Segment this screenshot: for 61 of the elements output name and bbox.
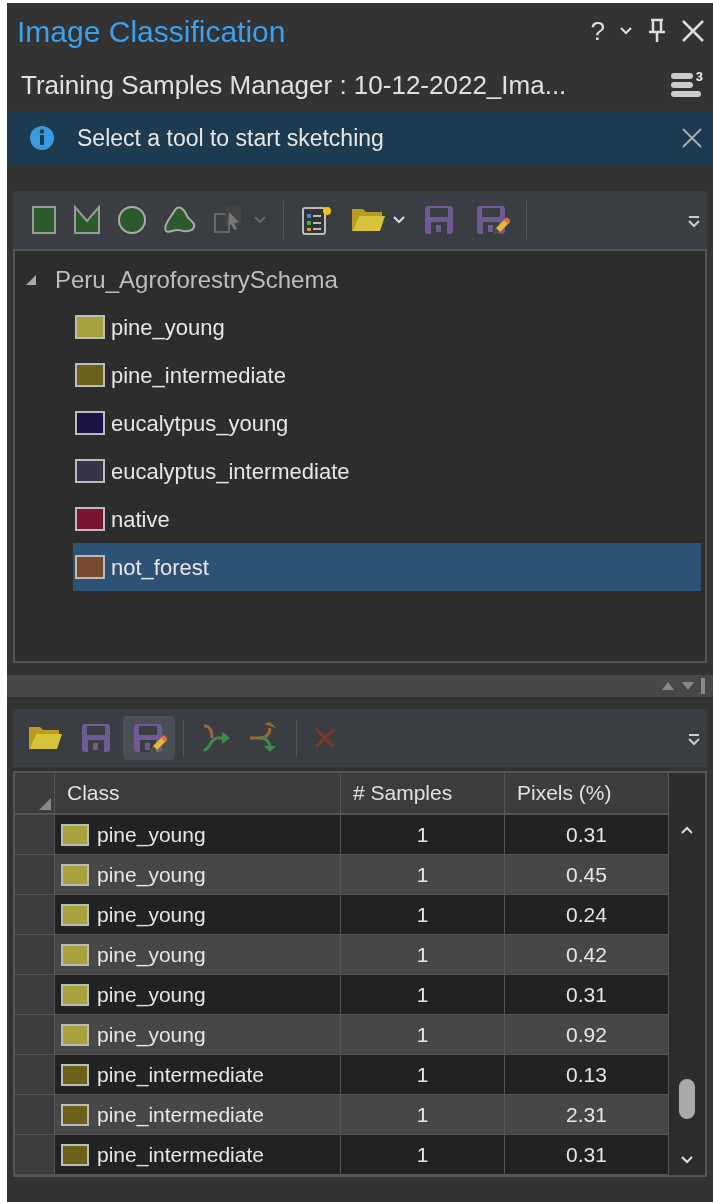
table-cell-text: 1 — [416, 821, 429, 848]
table-cell-text: 1 — [416, 1101, 429, 1128]
table-cell-text: 0.13 — [566, 1061, 607, 1088]
table-cell-text: pine_young — [97, 981, 206, 1009]
rectangle-icon[interactable] — [31, 205, 57, 235]
tree-item[interactable]: pine_intermediate — [73, 351, 701, 399]
scrollbar-thumb[interactable] — [679, 1079, 695, 1119]
column-header[interactable]: Class — [55, 773, 341, 813]
scroll-up-icon[interactable] — [680, 825, 694, 835]
pin-icon[interactable] — [647, 18, 667, 44]
table-cell-text: pine_intermediate — [97, 1101, 264, 1129]
table-cell-text: 0.92 — [566, 1021, 607, 1048]
table-cell-text: 1 — [416, 861, 429, 888]
table-cell-text: pine_young — [97, 861, 206, 889]
save-edit-icon[interactable] — [474, 204, 510, 236]
table-cell-text: 0.31 — [566, 1141, 607, 1168]
close-icon[interactable] — [681, 127, 703, 149]
info-icon — [29, 125, 55, 151]
table-cell-text: pine_young — [97, 1021, 206, 1049]
list-settings-icon[interactable] — [300, 204, 334, 236]
table-cell-text: 0.31 — [566, 821, 607, 848]
table-cell-text: pine_young — [97, 901, 206, 929]
table-cell-text: 1 — [416, 981, 429, 1008]
chevron-down-icon[interactable] — [619, 26, 633, 36]
table-cell-text: pine_intermediate — [97, 1141, 264, 1169]
table-cell-text: 0.24 — [566, 901, 607, 928]
table-cell-text: 1 — [416, 1021, 429, 1048]
table-cell-text: 0.45 — [566, 861, 607, 888]
column-header[interactable]: # Samples — [341, 773, 505, 813]
info-message: Select a tool to start sketching — [77, 123, 385, 153]
table-cell-text: 1 — [416, 901, 429, 928]
expand-triangle-icon[interactable] — [25, 274, 37, 286]
polygon-icon[interactable] — [73, 205, 101, 235]
tree-item[interactable]: eucalyptus_intermediate — [73, 447, 701, 495]
table-cell-text: pine_intermediate — [97, 1061, 264, 1089]
tree-item[interactable]: not_forest — [73, 543, 701, 591]
table-cell-text: 2.31 — [566, 1101, 607, 1128]
scroll-down-icon[interactable] — [680, 1155, 694, 1165]
save-as-button[interactable] — [123, 716, 175, 760]
table-cell-text: pine_young — [97, 821, 206, 849]
table-cell-text: 0.31 — [566, 981, 607, 1008]
tree-item[interactable]: pine_young — [73, 303, 701, 351]
panel-subtitle: Training Samples Manager : 10-12-2022_Ima... — [21, 68, 568, 102]
menu-button[interactable]: 3 — [671, 73, 703, 97]
splitter-handle[interactable] — [701, 678, 705, 694]
table-cell-text: 1 — [416, 1061, 429, 1088]
blob-icon[interactable] — [163, 205, 197, 235]
help-button[interactable]: ? — [590, 18, 605, 44]
table-cell-text: 0.42 — [566, 941, 607, 968]
table-cell-text: 1 — [416, 1141, 429, 1168]
tree-item[interactable]: eucalytpus_young — [73, 399, 701, 447]
window-title: Image Classification — [17, 13, 287, 50]
table-cell-text: 1 — [416, 941, 429, 968]
tree-item[interactable]: native — [73, 495, 701, 543]
triangle-down-icon[interactable] — [681, 681, 695, 691]
circle-icon[interactable] — [117, 205, 147, 235]
table-cell-text: pine_young — [97, 941, 206, 969]
scrollbar[interactable] — [669, 773, 705, 1175]
tree-node[interactable]: Peru_AgroforestrySchema — [15, 257, 705, 303]
save-edit-icon[interactable] — [131, 722, 167, 754]
triangle-up-icon[interactable] — [661, 681, 675, 691]
